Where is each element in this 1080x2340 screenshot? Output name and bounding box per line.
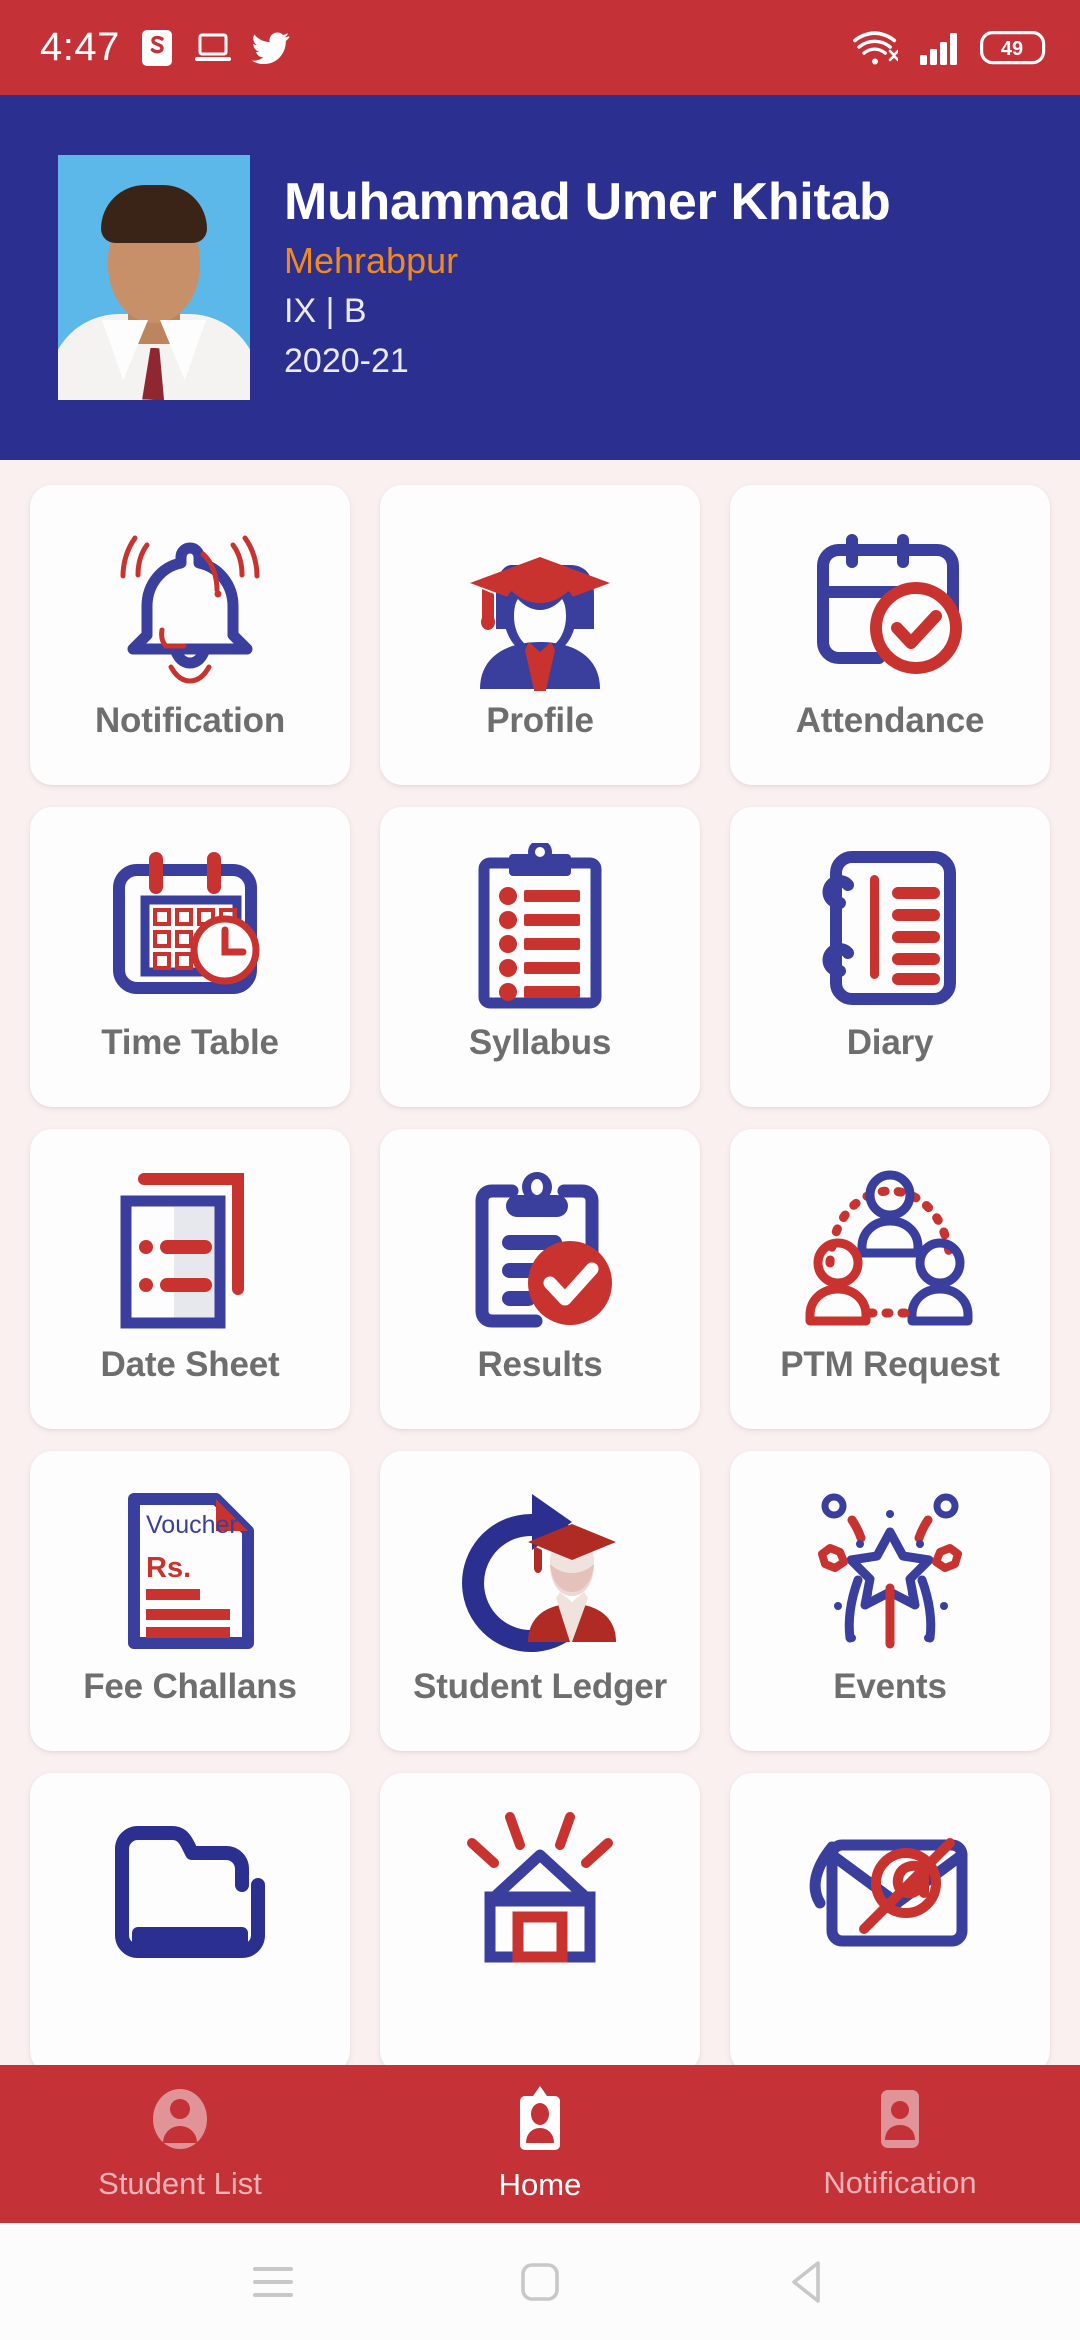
clipboard-check-icon — [458, 1155, 622, 1345]
wifi-icon — [850, 29, 898, 67]
tile-notice-board[interactable] — [380, 1773, 700, 2065]
folder-icon — [102, 1799, 278, 1989]
bottom-navigation: Student List Home Notification — [0, 2065, 1080, 2223]
tile-student-ledger[interactable]: Student Ledger — [380, 1451, 700, 1751]
fireworks-star-icon — [804, 1477, 976, 1667]
campus-name: Mehrabpur — [284, 240, 459, 282]
notice-board-icon — [452, 1799, 628, 1989]
person-oval-icon — [151, 2087, 209, 2156]
clipboard-list-icon — [460, 833, 620, 1023]
tile-date-sheet[interactable]: Date Sheet — [30, 1129, 350, 1429]
tile-label: Profile — [486, 701, 594, 740]
signal-icon — [918, 30, 960, 66]
documents-list-icon — [108, 1155, 272, 1345]
tile-diary[interactable]: Diary — [730, 807, 1050, 1107]
nav-item-home[interactable]: Home — [360, 2085, 720, 2203]
tile-events[interactable]: Events — [730, 1451, 1050, 1751]
nav-label: Student List — [98, 2165, 262, 2201]
menu-grid: Notification Profile Attendance Time Tab… — [0, 460, 1080, 2065]
notebook-icon — [810, 833, 970, 1023]
nav-item-student-list[interactable]: Student List — [0, 2087, 360, 2202]
tile-label: Syllabus — [468, 1023, 612, 1062]
voucher-icon: Voucher Rs. — [112, 1477, 268, 1667]
battery-icon: 49 — [980, 30, 1046, 65]
refresh-student-icon — [454, 1477, 626, 1667]
tile-notification[interactable]: Notification — [30, 485, 350, 785]
class-section: IX | B — [284, 292, 367, 331]
status-bar: 4:47 49 — [0, 0, 1080, 95]
bell-icon — [105, 511, 275, 701]
calendar-check-icon — [803, 511, 977, 701]
tile-label: Results — [477, 1345, 603, 1384]
back-triangle-icon[interactable] — [762, 2259, 852, 2305]
tile-label: Events — [833, 1667, 947, 1706]
session-year: 2020-21 — [284, 342, 409, 381]
avatar — [58, 155, 250, 400]
status-time: 4:47 — [40, 25, 120, 69]
status-bar-left: 4:47 — [40, 25, 290, 70]
tile-attendance[interactable]: Attendance — [730, 485, 1050, 785]
tile-label: Fee Challans — [83, 1667, 297, 1706]
s-app-icon — [140, 29, 174, 67]
status-bar-right: 49 — [850, 29, 1046, 67]
laptop-icon — [194, 32, 232, 64]
tile-results[interactable]: Results — [380, 1129, 700, 1429]
tile-label: Notification — [94, 701, 286, 740]
tile-syllabus[interactable]: Syllabus — [380, 807, 700, 1107]
tile-email[interactable] — [730, 1773, 1050, 2065]
tile-label: Date Sheet — [100, 1345, 280, 1384]
twitter-icon — [251, 32, 290, 64]
system-navigation-bar — [0, 2223, 1080, 2340]
svg-text:49: 49 — [1001, 38, 1023, 60]
graduate-avatar-icon — [452, 511, 628, 701]
tile-profile[interactable]: Profile — [380, 485, 700, 785]
home-square-icon[interactable] — [495, 2261, 585, 2303]
people-network-icon — [802, 1155, 978, 1345]
tile-label: Diary — [846, 1023, 934, 1062]
email-icon — [802, 1799, 978, 1989]
person-card-icon — [875, 2088, 925, 2155]
tile-label: Student Ledger — [413, 1667, 667, 1706]
voucher-title-text: Voucher — [146, 1511, 238, 1539]
nav-label: Notification — [823, 2164, 977, 2200]
tile-ptm-request[interactable]: PTM Request — [730, 1129, 1050, 1429]
nav-item-notification[interactable]: Notification — [720, 2088, 1080, 2201]
voucher-currency-text: Rs. — [146, 1552, 191, 1584]
tile-label: PTM Request — [780, 1345, 1000, 1384]
tile-fee-challans[interactable]: Voucher Rs. Fee Challans — [30, 1451, 350, 1751]
id-card-icon — [513, 2085, 567, 2157]
tile-label: Attendance — [795, 701, 985, 740]
tile-time-table[interactable]: Time Table — [30, 807, 350, 1107]
tile-folder[interactable] — [30, 1773, 350, 2065]
recents-menu-icon[interactable] — [228, 2263, 318, 2301]
student-info: Muhammad Umer Khitab Mehrabpur IX | B 20… — [284, 173, 891, 382]
nav-label: Home — [498, 2166, 582, 2202]
student-name: Muhammad Umer Khitab — [284, 172, 891, 231]
calendar-clock-icon — [103, 833, 277, 1023]
student-header: Muhammad Umer Khitab Mehrabpur IX | B 20… — [0, 95, 1080, 460]
tile-label: Time Table — [101, 1023, 279, 1062]
